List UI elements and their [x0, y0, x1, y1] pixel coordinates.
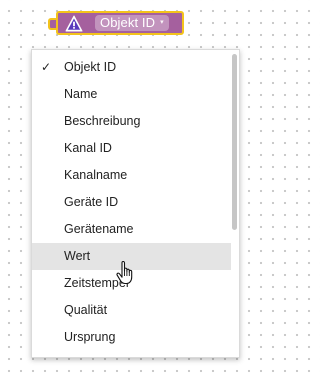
menu-item-label: Zeitstempel [64, 276, 129, 290]
menu-item-label: Qualität [64, 303, 108, 317]
menu-item[interactable]: Wert [32, 243, 231, 270]
menu-scrollbar-thumb[interactable] [232, 54, 237, 230]
property-dropdown-field[interactable]: Objekt ID ▾ [95, 15, 169, 31]
menu-item-label: Kanalname [64, 168, 128, 182]
menu-item-label: Gerätename [64, 222, 134, 236]
menu-item[interactable]: Ursprung [32, 324, 231, 351]
menu-item-label: Name [64, 87, 98, 101]
menu-item[interactable]: Gerätename [32, 216, 231, 243]
warning-triangle-icon[interactable] [65, 15, 83, 32]
dropdown-menu: ✓ Objekt ID Name Beschreibung Kanal ID Kanaln… [31, 49, 240, 358]
dropdown-menu-list: ✓ Objekt ID Name Beschreibung Kanal ID Kanaln… [32, 54, 231, 351]
dropdown-field-value: Objekt ID [100, 15, 156, 30]
menu-item-label: Objekt ID [64, 60, 117, 74]
menu-item-label: Wert [64, 249, 91, 263]
menu-item[interactable]: Qualität [32, 297, 231, 324]
chevron-down-icon: ▾ [160, 19, 164, 26]
menu-item[interactable]: Beschreibung [32, 108, 231, 135]
menu-item-label: Ursprung [64, 330, 116, 344]
menu-item[interactable]: Kanal ID [32, 135, 231, 162]
menu-item[interactable]: Geräte ID [32, 189, 231, 216]
menu-item[interactable]: Name [32, 81, 231, 108]
menu-item-label: Geräte ID [64, 195, 119, 209]
menu-scrollbar[interactable] [232, 54, 237, 353]
menu-item[interactable]: Zeitstempel [32, 270, 231, 297]
menu-item[interactable]: Kanalname [32, 162, 231, 189]
object-info-block[interactable]: Objekt ID ▾ [56, 11, 184, 35]
menu-item[interactable]: ✓ Objekt ID [32, 54, 231, 81]
menu-item-label: Beschreibung [64, 114, 141, 128]
menu-item-label: Kanal ID [64, 141, 112, 155]
check-icon: ✓ [41, 60, 52, 74]
